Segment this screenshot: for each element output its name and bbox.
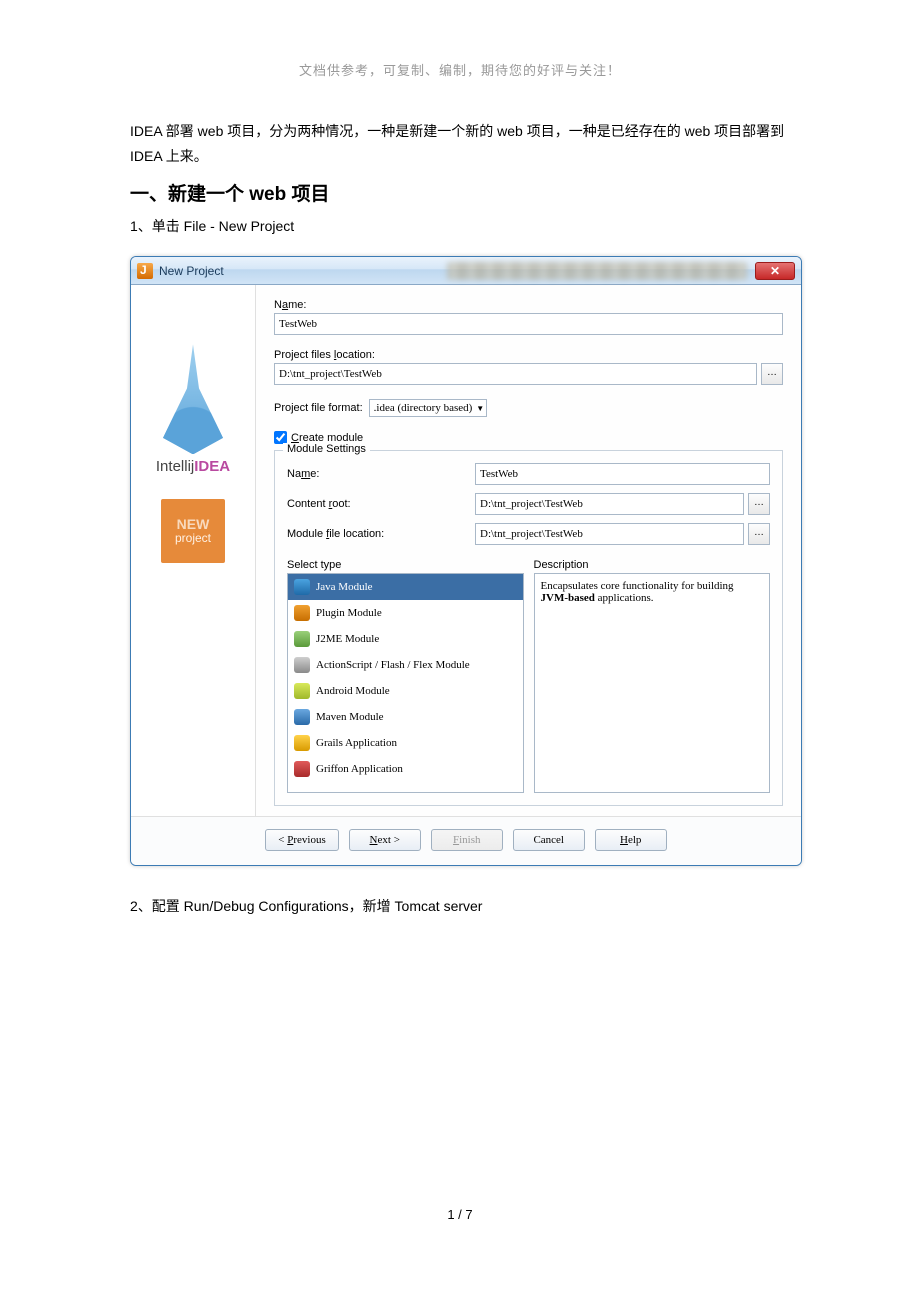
module-type-label: Java Module xyxy=(316,581,373,593)
browse-content-root-button[interactable]: … xyxy=(748,493,770,515)
badge-line1: NEW xyxy=(177,517,210,532)
step-1-text: 1、单击 File - New Project xyxy=(130,216,790,236)
grails-module-icon xyxy=(294,735,310,751)
module-settings-legend: Module Settings xyxy=(283,443,370,455)
module-type-list[interactable]: Java Module Plugin Module J2ME Module Actio… xyxy=(287,573,524,793)
project-name-input[interactable] xyxy=(274,313,783,335)
module-type-maven[interactable]: Maven Module xyxy=(288,704,523,730)
module-type-plugin[interactable]: Plugin Module xyxy=(288,600,523,626)
module-type-label: Griffon Application xyxy=(316,763,403,775)
project-file-format-value: .idea (directory based) xyxy=(374,402,473,414)
name-label: Name: xyxy=(274,299,783,311)
project-file-format-label: Project file format: xyxy=(274,402,363,414)
previous-button[interactable]: < Previous xyxy=(265,829,338,851)
module-type-android[interactable]: Android Module xyxy=(288,678,523,704)
module-settings-fieldset: Module Settings Name: Content root: … xyxy=(274,450,783,806)
create-module-label: Create module xyxy=(291,432,363,444)
finish-button: Finish xyxy=(431,829,503,851)
module-type-griffon[interactable]: Griffon Application xyxy=(288,756,523,782)
content-root-input[interactable] xyxy=(475,493,744,515)
browse-location-button[interactable]: … xyxy=(761,363,783,385)
description-bold: JVM-based xyxy=(541,592,595,604)
module-type-java[interactable]: Java Module xyxy=(288,574,523,600)
droplet-icon xyxy=(163,344,223,454)
dialog-titlebar: New Project ✕ xyxy=(131,257,801,285)
module-type-grails[interactable]: Grails Application xyxy=(288,730,523,756)
select-type-header: Select type xyxy=(287,559,524,571)
module-file-location-label: Module file location: xyxy=(287,528,467,540)
dialog-sidebar: IntellijIDEA NEW project xyxy=(131,285,256,816)
java-module-icon xyxy=(294,579,310,595)
description-prefix: Encapsulates core functionality for buil… xyxy=(541,580,734,592)
dialog-title: New Project xyxy=(159,264,427,278)
module-description: Encapsulates core functionality for buil… xyxy=(534,573,771,793)
module-type-label: Plugin Module xyxy=(316,607,382,619)
chevron-down-icon: ▼ xyxy=(476,404,484,413)
module-type-label: Android Module xyxy=(316,685,390,697)
module-type-j2me[interactable]: J2ME Module xyxy=(288,626,523,652)
module-name-input[interactable] xyxy=(475,463,770,485)
module-type-label: J2ME Module xyxy=(316,633,379,645)
maven-module-icon xyxy=(294,709,310,725)
step-2-text: 2、配置 Run/Debug Configurations，新增 Tomcat … xyxy=(130,896,790,916)
intro-paragraph: IDEA 部署 web 项目，分为两种情况，一种是新建一个新的 web 项目，一… xyxy=(130,119,790,169)
project-files-location-input[interactable] xyxy=(274,363,757,385)
plugin-module-icon xyxy=(294,605,310,621)
module-name-label: Name: xyxy=(287,468,467,480)
module-type-label: Maven Module xyxy=(316,711,384,723)
intellij-logo: IntellijIDEA xyxy=(143,295,243,475)
help-button[interactable]: Help xyxy=(595,829,667,851)
flex-module-icon xyxy=(294,657,310,673)
heading-1: 一、新建一个 web 项目 xyxy=(130,179,790,206)
new-project-dialog: New Project ✕ IntellijIDEA NEW project xyxy=(130,256,802,866)
cancel-button[interactable]: Cancel xyxy=(513,829,585,851)
next-button[interactable]: Next > xyxy=(349,829,421,851)
document-header-note: 文档供参考，可复制、编制，期待您的好评与关注！ xyxy=(130,60,790,79)
module-file-location-input[interactable] xyxy=(475,523,744,545)
description-header: Description xyxy=(534,559,771,571)
browse-module-file-button[interactable]: … xyxy=(748,523,770,545)
griffon-module-icon xyxy=(294,761,310,777)
j2me-module-icon xyxy=(294,631,310,647)
new-project-badge: NEW project xyxy=(161,499,225,563)
badge-line2: project xyxy=(175,532,211,545)
module-type-label: ActionScript / Flash / Flex Module xyxy=(316,659,470,671)
app-icon xyxy=(137,263,153,279)
dialog-button-bar: < Previous Next > Finish Cancel Help xyxy=(131,816,801,865)
project-file-format-combo[interactable]: .idea (directory based) ▼ xyxy=(369,399,488,417)
description-suffix: applications. xyxy=(595,592,654,604)
close-button[interactable]: ✕ xyxy=(755,262,795,280)
content-root-label: Content root: xyxy=(287,498,467,510)
titlebar-blur-decoration xyxy=(447,262,747,280)
project-files-location-label: Project files location: xyxy=(274,349,783,361)
page-number: 1 / 7 xyxy=(0,1207,920,1222)
android-module-icon xyxy=(294,683,310,699)
module-type-flex[interactable]: ActionScript / Flash / Flex Module xyxy=(288,652,523,678)
module-type-label: Grails Application xyxy=(316,737,397,749)
logo-text-bold: IDEA xyxy=(194,458,230,475)
logo-text-prefix: Intellij xyxy=(156,458,194,475)
